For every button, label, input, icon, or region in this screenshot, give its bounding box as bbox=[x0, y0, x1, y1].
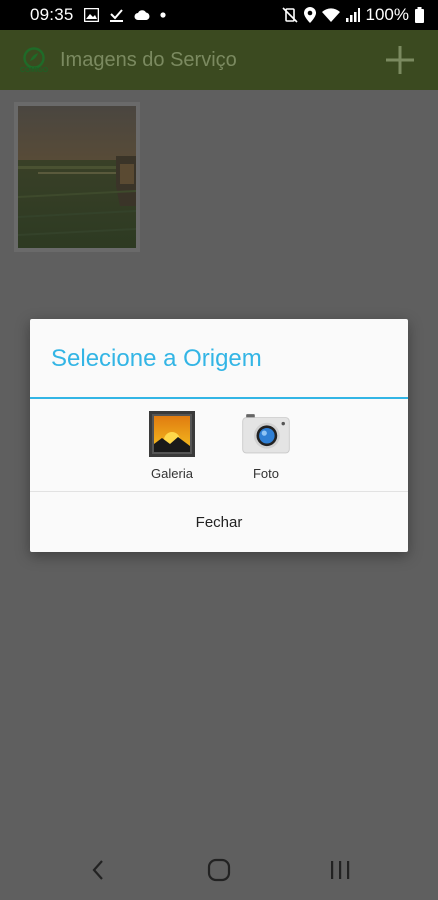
dialog-title-divider bbox=[30, 397, 408, 399]
logo-emblem-icon bbox=[23, 46, 45, 69]
camera-label: Foto bbox=[252, 466, 279, 481]
camera-icon bbox=[241, 409, 291, 459]
add-image-button[interactable] bbox=[380, 40, 420, 80]
gallery-icon bbox=[147, 409, 197, 459]
plus-icon bbox=[386, 46, 414, 74]
signal-icon bbox=[345, 8, 360, 22]
gallery-option[interactable]: Galeria bbox=[142, 409, 202, 489]
location-icon bbox=[303, 7, 316, 23]
download-done-icon bbox=[109, 8, 124, 22]
source-options: Galeria Foto bbox=[30, 409, 408, 489]
select-source-dialog: Selecione a Origem Galeria Foto Fechar bbox=[30, 319, 408, 552]
logo-text: COMIGO bbox=[20, 66, 48, 74]
status-time: 09:35 bbox=[30, 5, 74, 24]
app-bar: COMIGO Imagens do Serviço bbox=[0, 30, 438, 90]
field-photo bbox=[18, 106, 136, 248]
mute-vibrate-icon bbox=[281, 7, 298, 23]
image-thumbnail[interactable] bbox=[14, 102, 140, 252]
recent-apps-button[interactable] bbox=[315, 845, 365, 895]
wifi-icon bbox=[321, 8, 340, 22]
battery-level: 100% bbox=[365, 5, 409, 24]
cloud-icon bbox=[134, 9, 150, 21]
dialog-title: Selecione a Origem bbox=[51, 345, 262, 372]
recent-apps-icon bbox=[330, 861, 349, 879]
app-logo: COMIGO bbox=[14, 40, 54, 80]
back-button[interactable] bbox=[73, 845, 123, 895]
home-icon bbox=[207, 858, 231, 882]
status-bar: 09:35 100% bbox=[0, 0, 438, 30]
image-notification-icon bbox=[83, 8, 99, 22]
gallery-label: Galeria bbox=[151, 466, 193, 481]
camera-option[interactable]: Foto bbox=[236, 409, 296, 489]
close-button[interactable]: Fechar bbox=[30, 492, 408, 552]
home-button[interactable] bbox=[194, 845, 244, 895]
battery-icon bbox=[415, 7, 424, 23]
back-icon bbox=[92, 860, 104, 880]
page-title: Imagens do Serviço bbox=[60, 48, 237, 71]
system-nav-bar bbox=[0, 840, 438, 900]
dot-icon bbox=[159, 12, 166, 18]
